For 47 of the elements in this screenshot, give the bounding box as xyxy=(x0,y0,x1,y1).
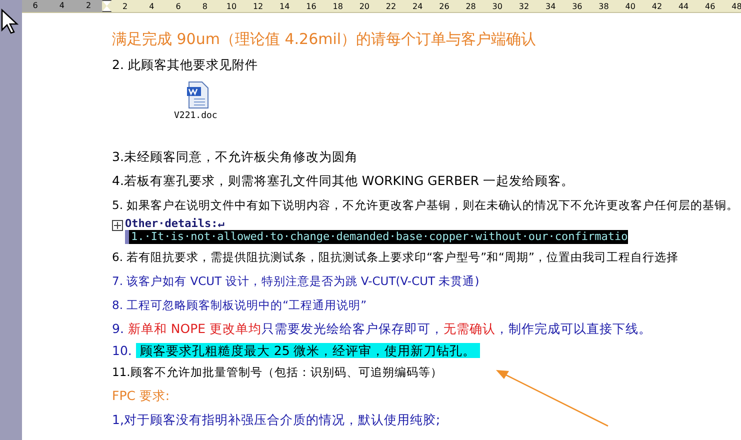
ruler-number: 20 xyxy=(358,2,371,10)
paragraph: 8. 工程可忽略顾客制板说明中的“工程通用说明” xyxy=(112,297,368,314)
paragraph: 6. 若有阻抗要求，需提供阻抗测试条，阻抗测试条上要求印“客户型号”和“周期”，位置由我司工程自行选择 xyxy=(112,249,680,266)
ruler-number: 2 xyxy=(122,2,129,10)
highlighted-text: 顾客要求孔粗糙度最大 25 微米，经评审，使用新刀钻孔。 xyxy=(136,343,480,358)
ruler-number: 42 xyxy=(650,2,664,10)
word-document-icon[interactable] xyxy=(186,81,210,109)
ruler-number: 2 xyxy=(75,0,102,12)
code-heading: Other·details:↵ xyxy=(125,217,226,230)
ruler-number: 6 xyxy=(22,0,49,12)
paragraph: 4.若板有塞孔要求，则需将塞孔文件同其他 WORKING GERBER 一起发给顾客。 xyxy=(112,172,576,190)
ruler-number: 14 xyxy=(278,2,291,10)
ruler-number: 24 xyxy=(412,2,424,10)
ruler-number: 4 xyxy=(148,2,156,10)
ruler-number: 28 xyxy=(464,2,477,10)
ruler-number: 16 xyxy=(305,2,318,10)
ruler-number: 46 xyxy=(704,2,716,10)
paragraph: 2. 此顾客其他要求见附件 xyxy=(112,56,259,74)
paragraph: 11.顾客不允许加批量管制号（包括：识别码、可追朔编码等） xyxy=(112,364,444,381)
paragraph: 1,对于顾客没有指明补强压合介质的情况，默认使用纯胶; xyxy=(112,411,442,429)
paragraph: 3.未经顾客同意，不允许板尖角修改为圆角 xyxy=(112,148,359,166)
ruler-number: 22 xyxy=(384,2,398,10)
list-number: 10. xyxy=(112,343,132,358)
ruler-number: 38 xyxy=(598,2,610,10)
ruler-number: 36 xyxy=(571,2,584,10)
ruler-number: 18 xyxy=(332,2,344,10)
paragraph: 7. 该客户如有 VCUT 设计，特别注意是否为跳 V-CUT(V-CUT 未贯通) xyxy=(112,273,480,290)
mouse-pointer-icon xyxy=(0,8,20,34)
ruler-number: 8 xyxy=(201,2,208,10)
ruler-number: 10 xyxy=(225,2,238,10)
ruler-number: 44 xyxy=(677,2,690,10)
table-handle-icon[interactable] xyxy=(112,220,123,231)
ruler-number: 30 xyxy=(491,2,504,10)
ruler-number: 32 xyxy=(518,2,530,10)
paragraph: FPC 要求: xyxy=(112,387,171,405)
ruler-number: 6 xyxy=(174,2,182,10)
paragraph: 满足完成 90um（理论值 4.26mil）的请每个订单与客户端确认 xyxy=(112,29,538,50)
ruler-number: 40 xyxy=(624,2,636,10)
ruler-number: 26 xyxy=(438,2,450,10)
paragraph: 5. 如果客户在说明文件中有如下说明内容，不允许更改客户基铜，则在未确认的情况下不允许更改客户任何层的基铜。 xyxy=(112,197,740,214)
ruler-number: 4 xyxy=(48,0,76,12)
indent-marker-icon[interactable] xyxy=(102,0,112,12)
attachment-label[interactable]: V221.doc xyxy=(174,111,218,121)
ruler-number: 48 xyxy=(730,2,741,10)
ruler-number: 34 xyxy=(544,2,557,10)
ruler-number: 12 xyxy=(252,2,264,10)
paragraph: 9. 新单和 NOPE 更改单均只需要发光绘给客户保存即可，无需确认，制作完成可以直接下线。 xyxy=(112,320,652,338)
